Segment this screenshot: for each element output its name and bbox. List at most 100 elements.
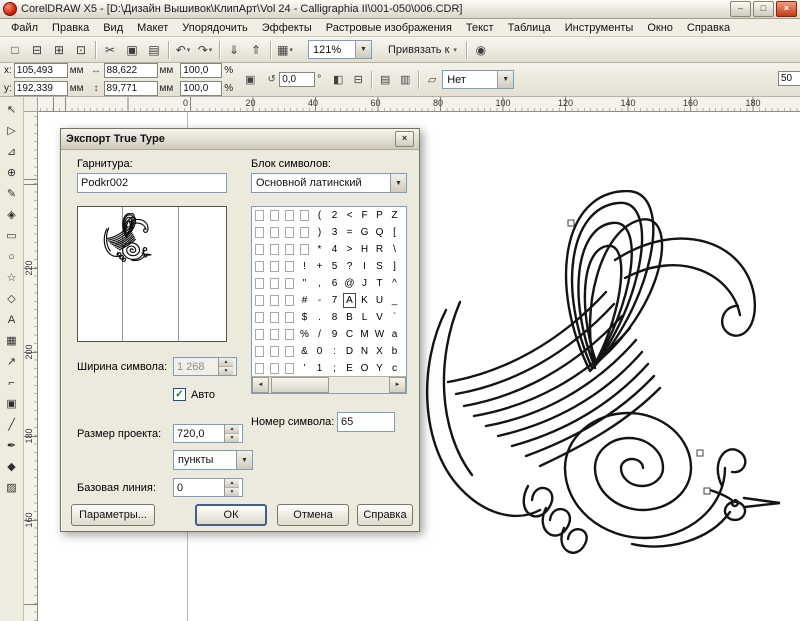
scale-x-input[interactable]: 100,0 [180,63,222,78]
options-icon[interactable]: ◉ [470,40,492,60]
char-cell[interactable] [297,224,312,241]
cut-icon[interactable]: ✂ [99,40,121,60]
save-icon[interactable]: ⊞ [48,40,70,60]
char-cell[interactable] [282,224,297,241]
char-cell[interactable] [282,207,297,224]
scrollbar-thumb[interactable] [271,377,329,393]
char-cell[interactable] [282,360,297,377]
char-cell[interactable]: ; [327,360,342,377]
char-cell[interactable] [267,207,282,224]
char-cell[interactable] [282,275,297,292]
zoom-level-combo[interactable]: 121% ▼ [308,40,372,59]
units-icon[interactable]: ▥ [395,70,415,90]
outline-pen-tool-icon[interactable]: ✒ [2,436,22,455]
interactive-fill-tool-icon[interactable]: ▨ [2,478,22,497]
char-cell[interactable]: B [342,309,357,326]
lock-ratio-icon[interactable]: ▣ [240,70,260,90]
char-cell[interactable]: ' [297,360,312,377]
char-cell[interactable]: 3 [327,224,342,241]
char-cell[interactable]: F [357,207,372,224]
dimension-tool-icon[interactable]: ↗ [2,352,22,371]
char-cell[interactable]: * [312,241,327,258]
menu-item-10[interactable]: Окно [640,20,680,36]
polygon-tool-icon[interactable]: ☆ [2,268,22,287]
char-cell[interactable]: ( [312,207,327,224]
symbol-block-dropdown[interactable]: Основной латинский ▼ [251,173,407,193]
eyedropper-tool-icon[interactable]: ╱ [2,415,22,434]
char-cell[interactable] [267,360,282,377]
char-cell[interactable]: $ [297,309,312,326]
options-button[interactable]: Параметры... [71,504,155,526]
vertical-ruler[interactable]: 220200180160 [24,112,38,621]
menu-item-5[interactable]: Эффекты [255,20,319,36]
minimize-button[interactable]: – [730,1,751,17]
char-cell[interactable] [252,343,267,360]
open-icon[interactable]: ⊟ [26,40,48,60]
text-tool-icon[interactable]: А [2,310,22,329]
dialog-close-icon[interactable]: × [395,131,414,147]
menu-item-3[interactable]: Макет [130,20,175,36]
char-cell[interactable]: = [342,224,357,241]
menu-item-6[interactable]: Растровые изображения [319,20,459,36]
char-cell[interactable]: I [357,258,372,275]
basic-shapes-tool-icon[interactable]: ◇ [2,289,22,308]
blend-tool-icon[interactable]: ▣ [2,394,22,413]
char-cell[interactable] [252,326,267,343]
menu-item-0[interactable]: Файл [4,20,45,36]
char-cell[interactable]: L [357,309,372,326]
import-icon[interactable]: ⇓ [223,40,245,60]
char-cell[interactable]: @ [342,275,357,292]
char-cell[interactable]: a [387,326,402,343]
char-cell[interactable] [282,326,297,343]
ellipse-tool-icon[interactable]: ○ [2,247,22,266]
char-cell[interactable]: ] [387,258,402,275]
char-cell[interactable] [267,275,282,292]
close-button[interactable]: × [776,1,797,17]
char-cell[interactable]: 8 [327,309,342,326]
char-cell[interactable]: T [372,275,387,292]
char-cell[interactable]: 4 [327,241,342,258]
char-cell[interactable] [252,224,267,241]
char-cell[interactable] [282,309,297,326]
char-cell[interactable] [252,360,267,377]
char-cell[interactable]: E [342,360,357,377]
char-cell[interactable]: K [357,292,372,309]
baseline-spinner[interactable]: ▲ ▼ [224,479,239,496]
char-cell[interactable]: S [372,258,387,275]
char-cell[interactable] [282,343,297,360]
char-cell[interactable] [267,309,282,326]
char-cell[interactable]: V [372,309,387,326]
char-cell[interactable]: U [372,292,387,309]
undo-icon[interactable]: ↶▾ [172,40,194,60]
help-button[interactable]: Справка [357,504,413,526]
char-cell[interactable]: " [297,275,312,292]
auto-checkbox[interactable]: ✓ [173,388,186,401]
char-cell[interactable] [252,275,267,292]
menu-item-9[interactable]: Инструменты [558,20,641,36]
menu-item-4[interactable]: Упорядочить [175,20,254,36]
char-cell[interactable] [252,258,267,275]
font-name-input[interactable]: Podkr002 [77,173,227,193]
char-cell[interactable]: 6 [327,275,342,292]
char-cell[interactable]: & [297,343,312,360]
char-cell[interactable] [252,241,267,258]
dialog-title-bar[interactable]: Экспорт True Type × [61,129,419,150]
menu-item-7[interactable]: Текст [459,20,501,36]
character-grid[interactable]: (2<FPZ)3=GQ[*4>HR\!+5?IS]",6@JT^#-7AKU_$… [251,206,407,394]
char-cell[interactable]: Z [387,207,402,224]
char-cell[interactable]: : [327,343,342,360]
char-cell[interactable]: C [342,326,357,343]
grid-scrollbar[interactable]: ◄ ► [252,376,406,393]
char-cell[interactable] [282,241,297,258]
char-cell[interactable]: > [342,241,357,258]
freehand-tool-icon[interactable]: ✎ [2,184,22,203]
application-launcher-icon[interactable]: ▦▾ [274,40,296,60]
char-cell[interactable]: ^ [387,275,402,292]
table-tool-icon[interactable]: ▦ [2,331,22,350]
menu-item-8[interactable]: Таблица [501,20,558,36]
char-cell[interactable] [267,258,282,275]
spin-up-icon[interactable]: ▲ [225,479,239,487]
char-cell[interactable]: 9 [327,326,342,343]
spin-down-icon[interactable]: ▼ [225,487,239,496]
paste-icon[interactable]: ▤ [143,40,165,60]
